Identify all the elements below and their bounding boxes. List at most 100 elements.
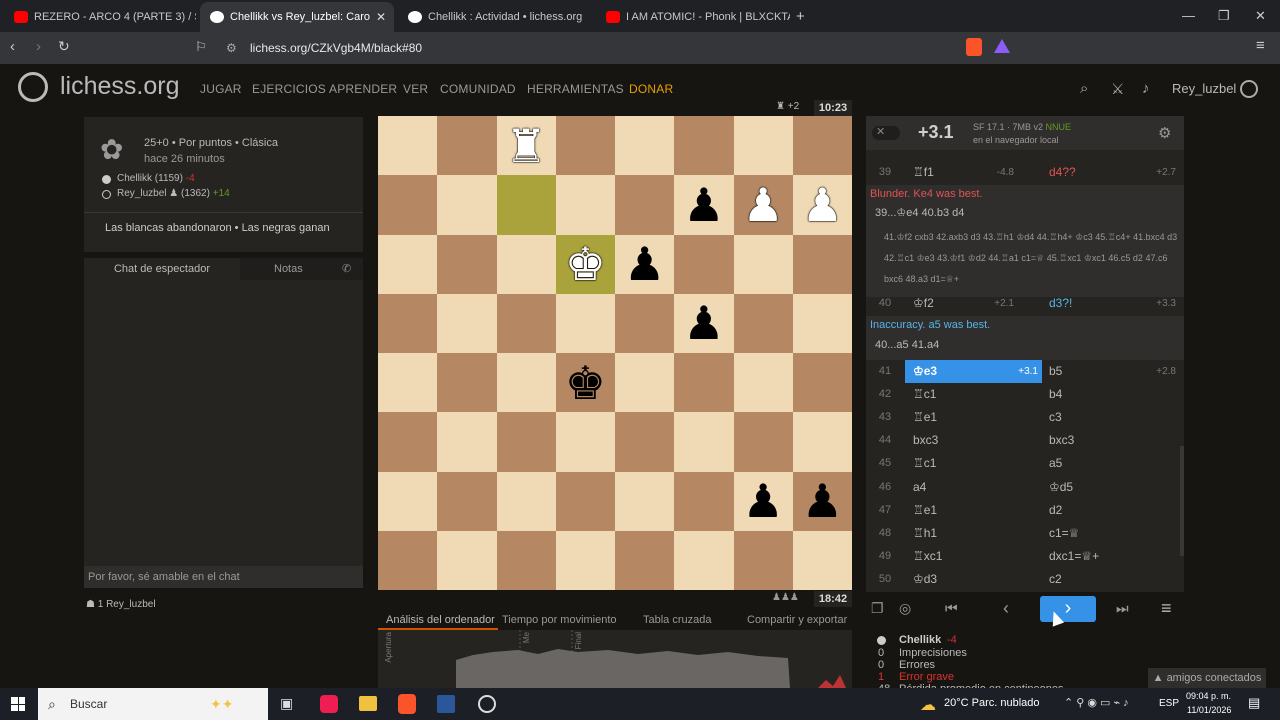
new-tab-icon[interactable]: + bbox=[796, 8, 805, 25]
blunder-variation[interactable]: 39...♔e4 40.b3 d4 bbox=[870, 206, 1180, 219]
windows-start-icon[interactable] bbox=[11, 697, 25, 711]
bookmark-icon[interactable]: ⚐ bbox=[195, 39, 207, 55]
board-square[interactable] bbox=[378, 530, 438, 590]
black-piece[interactable]: ♟ bbox=[615, 235, 674, 294]
lichess-logo-icon[interactable] bbox=[18, 72, 48, 102]
board-square[interactable] bbox=[674, 234, 734, 294]
chat-input[interactable]: Por favor, sé amable en el chat bbox=[84, 566, 363, 588]
board-square[interactable] bbox=[733, 116, 793, 176]
board-square[interactable] bbox=[496, 175, 556, 235]
white-piece[interactable]: ♜ bbox=[497, 116, 556, 175]
inaccuracy-variation[interactable]: 40...a5 41.a4 bbox=[870, 339, 1180, 351]
move-black[interactable]: c1=♕ bbox=[1042, 522, 1179, 545]
move-list-scrollbar[interactable] bbox=[1180, 446, 1184, 556]
board-square[interactable] bbox=[674, 353, 734, 413]
brave-rewards-icon[interactable] bbox=[994, 39, 1010, 53]
tray-icons[interactable]: ⌃ ⚲ ◉ ▭ ⌁ ♪ bbox=[1064, 696, 1129, 709]
file-explorer-icon[interactable] bbox=[359, 696, 377, 711]
move-white[interactable]: ♔f2 bbox=[905, 292, 1042, 315]
weather-text[interactable]: 20°C Parc. nublado bbox=[944, 697, 1040, 709]
black-piece[interactable]: ♟ bbox=[674, 175, 733, 234]
tab-notes[interactable]: Notas bbox=[274, 258, 303, 280]
site-logo-text[interactable]: lichess.org bbox=[60, 72, 180, 101]
board-square[interactable] bbox=[615, 175, 675, 235]
first-move-icon[interactable]: ⏮ bbox=[945, 600, 958, 617]
search-icon[interactable]: ⌕ bbox=[1080, 80, 1088, 97]
tab-move-times[interactable]: Tiempo por movimiento bbox=[502, 614, 617, 626]
nav-herramientas[interactable]: HERRAMIENTAS bbox=[527, 82, 624, 96]
move-black[interactable]: b4 bbox=[1042, 383, 1179, 406]
move-white[interactable]: a4 bbox=[905, 476, 1042, 499]
forward-icon[interactable]: › bbox=[36, 38, 41, 55]
board-square[interactable] bbox=[378, 353, 438, 413]
site-info-icon[interactable]: ⚙ bbox=[226, 37, 237, 59]
settings-gear-icon[interactable]: ⚙ bbox=[1158, 124, 1171, 142]
black-piece[interactable]: ♟ bbox=[734, 472, 793, 531]
next-move-button[interactable]: › bbox=[1040, 596, 1096, 622]
tab-share-export[interactable]: Compartir y exportar bbox=[747, 614, 847, 626]
board-square[interactable] bbox=[437, 116, 497, 176]
move-white[interactable]: ♖e1 bbox=[905, 499, 1042, 522]
summary-line[interactable]: 0 Errores bbox=[872, 659, 1132, 671]
word-icon[interactable] bbox=[437, 695, 455, 713]
board-square[interactable] bbox=[437, 353, 497, 413]
board-square[interactable] bbox=[496, 353, 556, 413]
browser-tab-0[interactable]: REZERO - ARCO 4 (PARTE 3) / SUPER bbox=[4, 4, 196, 30]
analysis-menu-icon[interactable]: ≡ bbox=[1161, 598, 1172, 619]
board-square[interactable] bbox=[733, 353, 793, 413]
last-move-icon[interactable]: ⏭ bbox=[1116, 600, 1129, 617]
board-square[interactable] bbox=[378, 234, 438, 294]
nav-ver[interactable]: VER bbox=[403, 82, 428, 96]
move-white[interactable]: ♖f1 bbox=[905, 161, 1042, 184]
move-black[interactable]: dxc1=♕+ bbox=[1042, 545, 1179, 568]
board-square[interactable] bbox=[437, 293, 497, 353]
board-square[interactable] bbox=[496, 412, 556, 472]
board-square[interactable] bbox=[437, 412, 497, 472]
move-black[interactable]: a5 bbox=[1042, 452, 1179, 475]
browser-tab-3[interactable]: I AM ATOMIC! - Phonk | BLXCKTA bbox=[596, 4, 790, 30]
board-square[interactable] bbox=[437, 471, 497, 531]
reload-icon[interactable]: ↻ bbox=[58, 38, 70, 55]
browser-menu-icon[interactable]: ≡ bbox=[1256, 37, 1265, 54]
white-piece[interactable]: ♟ bbox=[734, 175, 793, 234]
clock-date[interactable]: 11/01/2026 bbox=[1187, 705, 1231, 715]
summary-line[interactable]: 0 Imprecisiones bbox=[872, 647, 1132, 659]
url-field[interactable]: ⚙ lichess.org/CZkVgb4M/black#80 bbox=[220, 37, 1250, 59]
board-square[interactable] bbox=[674, 530, 734, 590]
board-square[interactable] bbox=[437, 175, 497, 235]
board-square[interactable] bbox=[555, 471, 615, 531]
move-black[interactable]: ♔d5 bbox=[1042, 476, 1179, 499]
board-square[interactable] bbox=[378, 412, 438, 472]
close-window-icon[interactable]: ✕ bbox=[1255, 8, 1266, 24]
move-black[interactable]: c3 bbox=[1042, 406, 1179, 429]
board-square[interactable] bbox=[378, 175, 438, 235]
move-white[interactable]: bxc3 bbox=[905, 429, 1042, 452]
board-square[interactable] bbox=[496, 530, 556, 590]
move-white[interactable]: ♖e1 bbox=[905, 406, 1042, 429]
board-square[interactable] bbox=[555, 175, 615, 235]
white-piece[interactable]: ♟ bbox=[793, 175, 852, 234]
nav-donar[interactable]: DONAR bbox=[629, 82, 673, 96]
board-square[interactable] bbox=[674, 412, 734, 472]
board-square[interactable] bbox=[496, 471, 556, 531]
board-square[interactable] bbox=[555, 412, 615, 472]
board-square[interactable] bbox=[733, 530, 793, 590]
tab-crosstable[interactable]: Tabla cruzada bbox=[643, 614, 712, 626]
move-black[interactable]: d2 bbox=[1042, 499, 1179, 522]
board-square[interactable] bbox=[496, 293, 556, 353]
white-piece[interactable]: ♚ bbox=[556, 235, 615, 294]
summary-player-name[interactable]: Chellikk bbox=[899, 634, 941, 646]
chess-board[interactable]: h g f e d c b a 1 2 3 4 5 6 7 8 ♜ ♟ ♟ ♟ ♚ ♟ ♟ ♚ ♟ ♟ bbox=[378, 116, 852, 590]
board-square[interactable] bbox=[437, 234, 497, 294]
back-icon[interactable]: ‹ bbox=[10, 38, 15, 55]
white-player[interactable]: Chellikk (1159) -4 bbox=[117, 173, 195, 184]
board-square[interactable] bbox=[437, 530, 497, 590]
board-square[interactable] bbox=[615, 116, 675, 176]
brave-shield-icon[interactable] bbox=[966, 38, 982, 56]
board-square[interactable] bbox=[378, 116, 438, 176]
language-indicator[interactable]: ESP bbox=[1159, 698, 1179, 709]
tab-computer-analysis[interactable]: Análisis del ordenador bbox=[386, 614, 495, 626]
blunder-subvariation[interactable]: 41.♔f2 cxb3 42.axb3 d3 43.♖h1 ♔d4 44.♖h4… bbox=[870, 227, 1180, 290]
move-black[interactable]: c2 bbox=[1042, 568, 1179, 591]
move-white[interactable]: ♖c1 bbox=[905, 383, 1042, 406]
